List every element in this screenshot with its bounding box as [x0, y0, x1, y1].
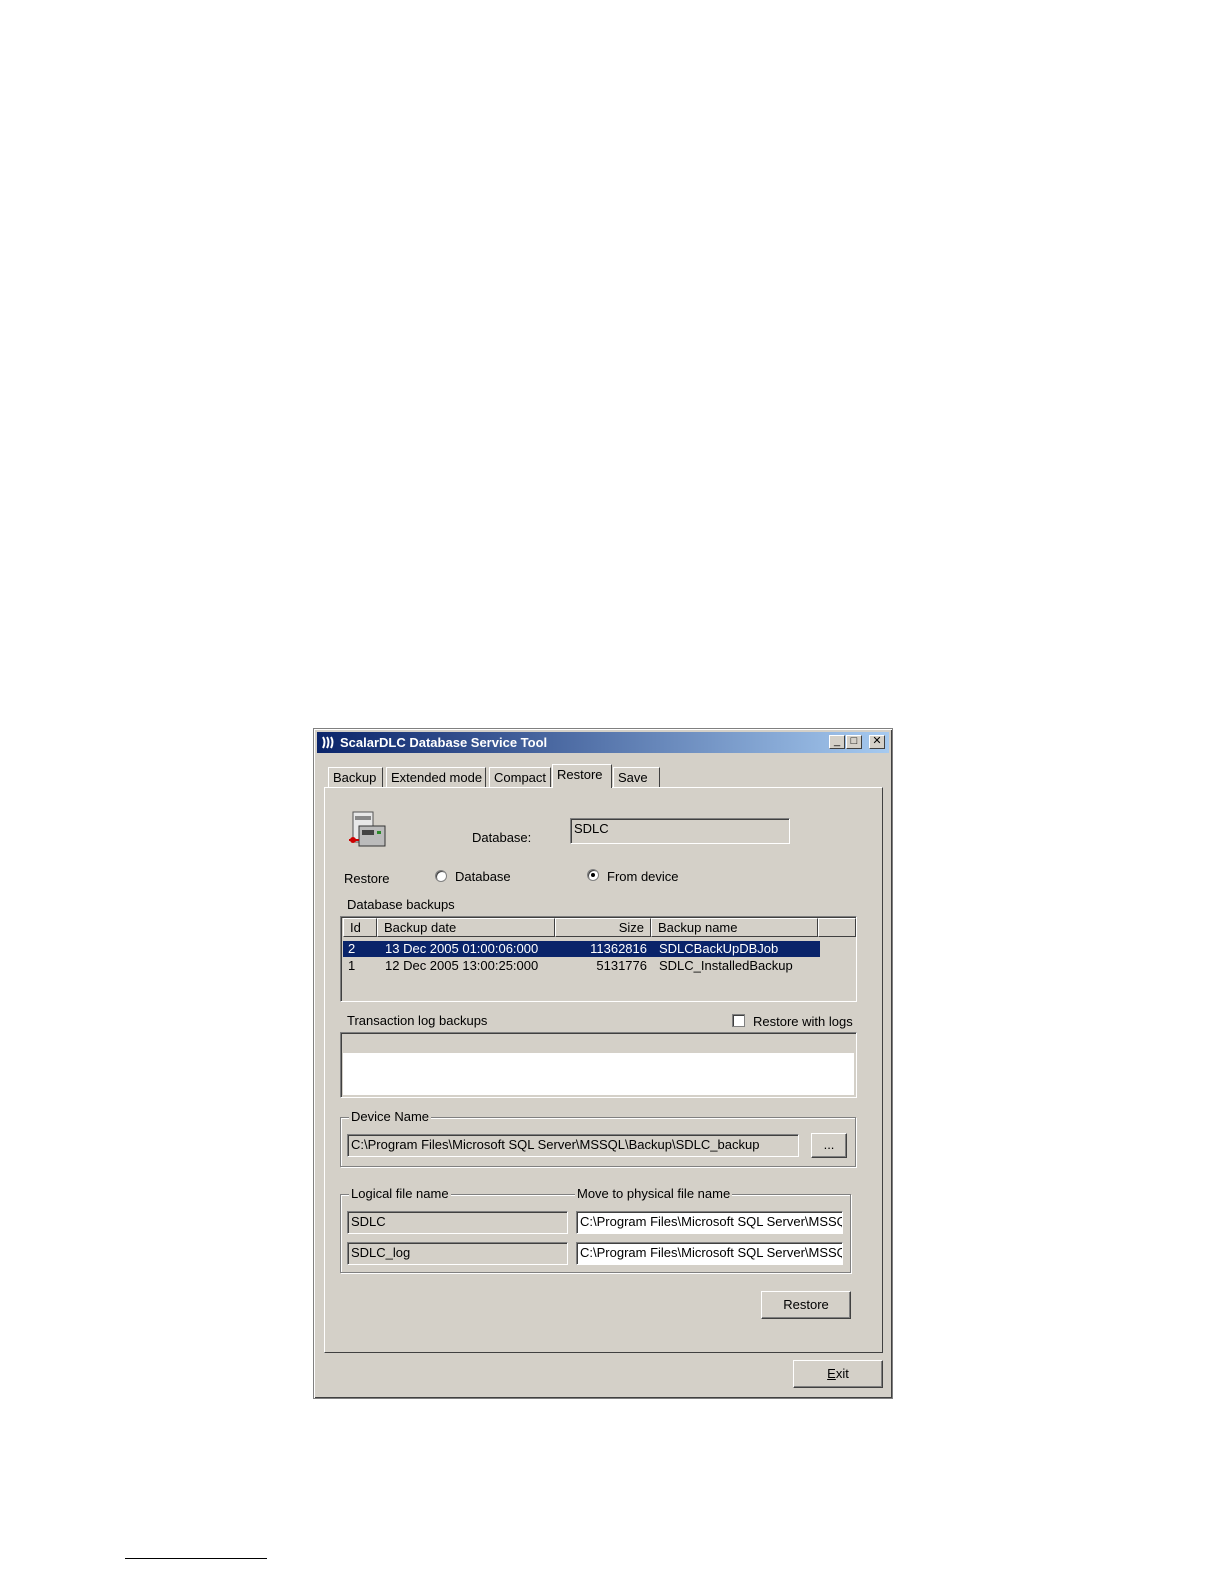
restore-panel: Database: SDLC Restore Database From dev… — [324, 787, 883, 1353]
cell-date: 13 Dec 2005 01:00:06:000 — [385, 941, 539, 956]
browse-button[interactable]: ... — [811, 1133, 847, 1158]
exit-label-rest: xit — [835, 1366, 849, 1381]
device-name-group: Device Name C:\Program Files\Microsoft S… — [340, 1109, 856, 1167]
radio-from-device[interactable] — [587, 869, 599, 881]
exit-button[interactable]: Exit — [793, 1360, 883, 1388]
table-row[interactable]: 2 13 Dec 2005 01:00:06:000 11362816 SDLC… — [343, 941, 820, 957]
database-restore-icon — [347, 810, 389, 855]
tab-compact[interactable]: Compact — [489, 767, 551, 787]
close-icon: ✕ — [872, 735, 882, 747]
column-header-id[interactable]: Id — [343, 918, 377, 937]
restore-button[interactable]: Restore — [761, 1291, 851, 1319]
transaction-log-body — [343, 1053, 854, 1095]
radio-database[interactable] — [435, 870, 447, 882]
transaction-log-label: Transaction log backups — [347, 1013, 488, 1028]
tab-restore[interactable]: Restore — [552, 764, 612, 788]
column-header-size[interactable]: Size — [555, 918, 651, 937]
restore-label: Restore — [344, 871, 390, 886]
radio-selected-dot — [591, 873, 595, 877]
column-header-backup-name[interactable]: Backup name — [651, 918, 818, 937]
logical-file-name-title: Logical file name — [349, 1186, 451, 1201]
tab-backup[interactable]: Backup — [328, 767, 383, 787]
file-mapping-group: Logical file name Move to physical file … — [340, 1186, 851, 1273]
transaction-log-header — [343, 1035, 854, 1053]
cell-id: 1 — [348, 958, 356, 973]
physical-file-name-title: Move to physical file name — [575, 1186, 733, 1201]
cell-name: SDLC_InstalledBackup — [659, 958, 793, 973]
logical-file-field: SDLC — [347, 1211, 568, 1234]
cell-date: 12 Dec 2005 13:00:25:000 — [385, 958, 539, 973]
device-name-field[interactable]: C:\Program Files\Microsoft SQL Server\MS… — [347, 1134, 799, 1157]
logical-file-field: SDLC_log — [347, 1242, 568, 1265]
tab-save[interactable]: Save — [613, 767, 660, 787]
database-backups-label: Database backups — [347, 897, 455, 912]
window-title: ScalarDLC Database Service Tool — [340, 735, 548, 750]
radio-from-device-label[interactable]: From device — [607, 869, 679, 884]
exit-mnemonic: E — [827, 1366, 836, 1381]
database-field: SDLC — [570, 818, 790, 844]
device-name-title: Device Name — [349, 1109, 432, 1124]
app-window: ScalarDLC Database Service Tool _ □ ✕ Ba… — [313, 728, 893, 1399]
minimize-button[interactable]: _ — [829, 735, 845, 749]
table-row[interactable]: 1 12 Dec 2005 13:00:25:000 5131776 SDLC_… — [343, 958, 820, 974]
database-label: Database: — [472, 830, 532, 845]
radio-database-label[interactable]: Database — [455, 869, 511, 884]
cell-id: 2 — [348, 941, 356, 956]
title-bar[interactable]: ScalarDLC Database Service Tool _ □ ✕ — [317, 732, 889, 753]
minimize-icon: _ — [833, 735, 841, 747]
transaction-log-list[interactable] — [340, 1032, 857, 1098]
physical-file-field[interactable]: C:\Program Files\Microsoft SQL Server\MS… — [576, 1242, 843, 1265]
maximize-button[interactable]: □ — [846, 735, 862, 749]
database-backups-list[interactable]: Id Backup date Size Backup name 2 13 Dec… — [340, 916, 857, 1002]
cell-size: 11362816 — [590, 941, 647, 956]
physical-file-field[interactable]: C:\Program Files\Microsoft SQL Server\MS… — [576, 1211, 843, 1234]
close-button[interactable]: ✕ — [869, 735, 885, 749]
cell-name: SDLCBackUpDBJob — [659, 941, 779, 956]
cell-size: 5131776 — [596, 958, 647, 973]
restore-with-logs-checkbox[interactable] — [732, 1014, 745, 1027]
column-header-backup-date[interactable]: Backup date — [377, 918, 555, 937]
maximize-icon: □ — [850, 735, 858, 747]
scalar-logo-icon — [321, 735, 337, 750]
tab-extended-mode[interactable]: Extended mode — [386, 767, 486, 787]
column-header-filler — [818, 918, 856, 937]
restore-with-logs-label[interactable]: Restore with logs — [753, 1014, 853, 1029]
footnote-separator — [125, 1558, 267, 1559]
